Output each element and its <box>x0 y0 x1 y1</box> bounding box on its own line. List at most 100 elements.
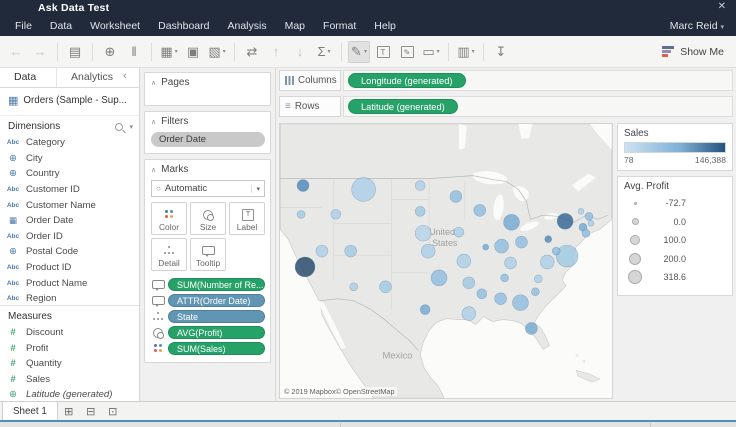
menu-file[interactable]: File <box>6 20 41 32</box>
state-mark[interactable] <box>431 270 447 286</box>
field-order-id[interactable]: AbcOrder ID <box>0 229 139 245</box>
state-mark[interactable] <box>474 204 486 216</box>
fields-menu-caret-icon[interactable]: ▾ <box>129 123 133 131</box>
field-profit[interactable]: #Profit <box>0 340 139 356</box>
highlight-button[interactable]: ✎▾ <box>348 41 370 63</box>
state-mark[interactable] <box>545 236 552 243</box>
label-button[interactable]: Label <box>229 202 265 235</box>
pill-sum-sales-[interactable]: SUM(Sales) <box>168 342 265 355</box>
field-latitude-generated-[interactable]: ⊕Latitude (generated) <box>0 387 139 401</box>
close-icon[interactable]: ✕ <box>718 1 726 12</box>
state-mark[interactable] <box>495 239 509 253</box>
state-mark[interactable] <box>457 254 471 268</box>
state-mark[interactable] <box>297 180 309 192</box>
fit-button[interactable]: ▭▾ <box>420 41 442 63</box>
field-postal-code[interactable]: ⊕Postal Code <box>0 244 139 260</box>
edit-annotation-button[interactable]: ✎ <box>396 41 418 63</box>
state-mark[interactable] <box>495 293 507 305</box>
duplicate-sheet-button[interactable]: ▣ <box>182 41 204 63</box>
field-order-date[interactable]: ▦Order Date <box>0 213 139 229</box>
search-icon[interactable] <box>115 123 123 131</box>
state-mark[interactable] <box>531 288 539 296</box>
sort-descending-button[interactable]: ↓ <box>289 41 311 63</box>
state-mark[interactable] <box>534 275 542 283</box>
state-mark[interactable] <box>525 323 537 335</box>
field-city[interactable]: ⊕City <box>0 151 139 167</box>
totals-button[interactable]: Σ▾ <box>313 41 335 63</box>
menu-dashboard[interactable]: Dashboard <box>149 20 218 32</box>
state-mark[interactable] <box>316 245 328 257</box>
menu-worksheet[interactable]: Worksheet <box>81 20 149 32</box>
state-mark[interactable] <box>420 305 430 315</box>
state-mark[interactable] <box>540 255 554 269</box>
color-button[interactable]: Color <box>151 202 187 235</box>
marks-card-header[interactable]: ∧ Marks <box>151 164 265 175</box>
field-country[interactable]: ⊕Country <box>0 166 139 182</box>
pill-sum-number-of-re-[interactable]: SUM(Number of Re... <box>168 278 265 291</box>
field-discount[interactable]: #Discount <box>0 325 139 341</box>
pages-card-header[interactable]: ∧ Pages <box>151 77 265 88</box>
clear-sheet-button[interactable]: ▧▾ <box>206 41 228 63</box>
state-mark[interactable] <box>450 191 462 203</box>
pill-latitude[interactable]: Latitude (generated) <box>348 99 458 114</box>
undo-button[interactable]: ← <box>5 41 27 63</box>
state-mark[interactable] <box>345 245 357 257</box>
pill-longitude[interactable]: Longitude (generated) <box>348 73 466 88</box>
state-mark[interactable] <box>515 236 527 248</box>
sheet-tab[interactable]: Sheet 1 <box>2 402 58 420</box>
menu-map[interactable]: Map <box>276 20 314 32</box>
pill-state[interactable]: State <box>168 310 265 323</box>
state-mark[interactable] <box>578 208 584 214</box>
sort-ascending-button[interactable]: ↑ <box>265 41 287 63</box>
show-mark-labels-button[interactable]: T <box>372 41 394 63</box>
swap-rows-columns-button[interactable]: ⇄ <box>241 41 263 63</box>
columns-shelf-body[interactable]: Longitude (generated) <box>343 70 733 91</box>
state-mark[interactable] <box>462 307 476 321</box>
rows-shelf-body[interactable]: Latitude (generated) <box>343 96 733 117</box>
tooltip-button[interactable]: Tooltip <box>190 238 226 271</box>
mark-type-selector[interactable]: ○ Automatic ▾ <box>151 180 265 197</box>
new-worksheet-tab-icon[interactable]: ⊞ <box>58 402 80 420</box>
state-mark[interactable] <box>331 209 341 219</box>
filters-card-header[interactable]: ∧ Filters <box>151 116 265 127</box>
state-mark[interactable] <box>582 229 590 237</box>
map-view[interactable]: United States Mexico © 2019 Mapbox© Open… <box>279 123 613 399</box>
state-mark[interactable] <box>421 244 435 258</box>
state-mark[interactable] <box>379 281 391 293</box>
field-category[interactable]: AbcCategory <box>0 135 139 151</box>
state-mark[interactable] <box>505 257 517 269</box>
field-product-id[interactable]: AbcProduct ID <box>0 260 139 276</box>
menu-analysis[interactable]: Analysis <box>218 20 275 32</box>
tab-data[interactable]: Data <box>0 68 56 87</box>
datasource-item[interactable]: ▦ Orders (Sample - Sup... <box>0 88 139 116</box>
new-data-source-button[interactable]: ⊕ <box>99 41 121 63</box>
field-quantity[interactable]: #Quantity <box>0 356 139 372</box>
state-mark[interactable] <box>588 220 594 226</box>
menu-format[interactable]: Format <box>314 20 365 32</box>
menu-help[interactable]: Help <box>365 20 405 32</box>
show-me-button[interactable]: Show Me <box>662 46 724 58</box>
state-mark[interactable] <box>504 214 520 230</box>
field-customer-name[interactable]: AbcCustomer Name <box>0 197 139 213</box>
state-mark[interactable] <box>352 178 376 202</box>
field-product-name[interactable]: AbcProduct Name <box>0 275 139 291</box>
state-mark[interactable] <box>297 210 305 218</box>
filter-pill-order-date[interactable]: Order Date <box>151 132 265 147</box>
field-region[interactable]: AbcRegion <box>0 291 139 303</box>
state-mark[interactable] <box>295 257 315 277</box>
field-sales[interactable]: #Sales <box>0 372 139 388</box>
state-mark[interactable] <box>501 274 509 282</box>
state-mark[interactable] <box>463 277 475 289</box>
state-mark[interactable] <box>552 247 560 255</box>
presentation-mode-button[interactable]: ↧ <box>490 41 512 63</box>
new-worksheet-button[interactable]: ▦▾ <box>158 41 180 63</box>
state-mark[interactable] <box>415 181 425 191</box>
size-button[interactable]: Size <box>190 202 226 235</box>
pause-auto-updates-button[interactable]: ‖ <box>123 41 145 63</box>
state-mark[interactable] <box>415 206 425 216</box>
state-mark[interactable] <box>557 213 573 229</box>
save-button[interactable]: ▤ <box>64 41 86 63</box>
state-mark[interactable] <box>513 295 529 311</box>
state-mark[interactable] <box>415 225 431 241</box>
state-mark[interactable] <box>350 283 358 291</box>
